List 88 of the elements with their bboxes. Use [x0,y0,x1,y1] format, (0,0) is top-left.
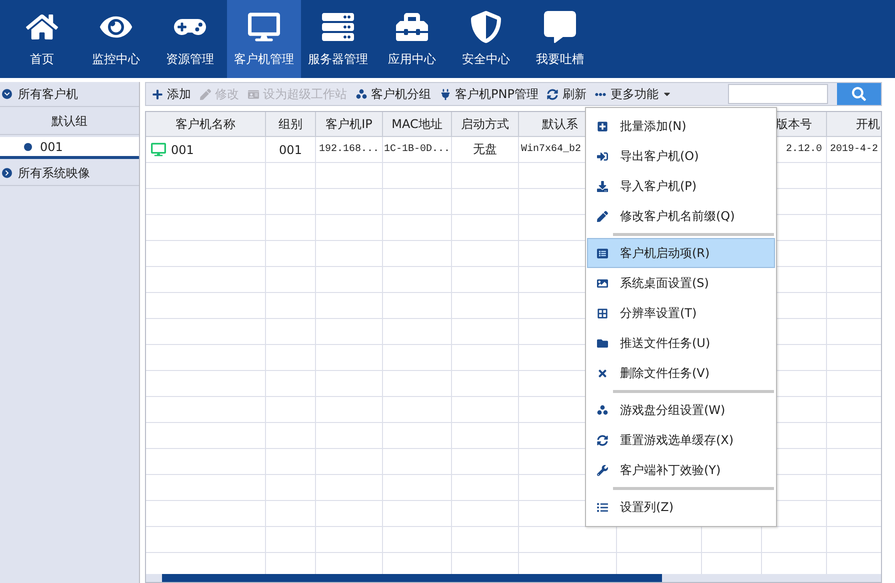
nav-tab[interactable]: 监控中心 [79,0,153,78]
nav-label: 监控中心 [92,50,140,68]
chevron-right-icon [2,168,12,178]
nav-label: 安全中心 [462,50,510,68]
column-header[interactable]: 客户机IP [326,116,372,132]
menu-item[interactable]: 推送文件任务(U) [587,328,775,358]
toolbar-button[interactable]: 客户机分组 [356,86,431,102]
plus-icon [152,88,163,100]
list-icon [597,502,608,512]
nav-label: 服务器管理 [308,50,368,68]
menu-item[interactable]: 导入客户机(P) [587,171,775,201]
shield-icon [470,10,502,42]
nav-label: 我要吐槽 [536,50,584,68]
menu-item[interactable]: 设置列(Z) [587,492,775,522]
nav-tab[interactable]: 我要吐槽 [523,0,597,78]
dot-icon [24,142,32,150]
image-icon [597,278,608,288]
nav-tab[interactable]: 客户机管理 [227,0,301,78]
monitor-icon [248,10,280,42]
tree-section-header[interactable]: 所有系统映像 [0,161,139,186]
column-header[interactable]: 开机 [856,116,880,132]
nav-tab[interactable]: 应用中心 [375,0,449,78]
card-icon [248,88,259,100]
section-label: 所有系统映像 [18,164,90,182]
menu-item[interactable]: 客户机启动项(R) [587,238,775,268]
download-icon [597,180,608,192]
menu-item[interactable]: 分辨率设置(T) [587,298,775,328]
client-tree-item[interactable]: 001 [0,137,139,159]
menu-item[interactable]: 删除文件任务(V) [587,358,775,388]
nav-tab[interactable]: 资源管理 [153,0,227,78]
menu-item[interactable]: 批量添加(N) [587,111,775,141]
export-arrow-icon [597,150,608,162]
client-name: 001 [40,140,63,154]
nav-label: 客户机管理 [234,50,294,68]
column-header[interactable]: 组别 [278,116,302,132]
server-icon [322,10,354,42]
toolbar-button[interactable]: 刷新 [547,86,586,102]
toolbox-icon [396,10,428,42]
search-icon [852,87,866,101]
table-cell: 001 [171,142,194,156]
toolbar-button[interactable]: 客户机PNP管理 [440,86,538,102]
menu-item[interactable]: 游戏盘分组设置(W) [587,395,775,425]
table-cell: Win7x64_b2 [521,144,582,155]
table-cell: 192.168... [318,144,379,155]
nav-label: 应用中心 [388,50,436,68]
section-label: 所有客户机 [18,86,78,102]
plug-icon [440,88,451,100]
grid-icon [597,308,608,318]
close-icon [597,368,608,378]
column-header[interactable]: MAC地址 [392,116,442,132]
column-header[interactable]: 版本号 [776,116,812,132]
column-header[interactable]: 启动方式 [461,116,509,132]
table-cell: 2.12.0 [786,144,822,155]
tree-section-header[interactable]: 所有客户机 [0,82,139,107]
search-field[interactable] [728,84,828,104]
folder-icon [597,338,608,348]
menu-item[interactable]: 导出客户机(O) [587,141,775,171]
nav-label: 资源管理 [166,50,214,68]
chat-icon [544,10,576,42]
nav-tab[interactable]: 安全中心 [449,0,523,78]
list-icon [597,248,608,258]
monitor-icon [151,142,166,157]
menu-item[interactable]: 系统桌面设置(S) [587,268,775,298]
refresh-icon [547,88,558,100]
pen-icon [200,88,211,100]
column-header[interactable]: 客户机名称 [176,116,236,132]
menu-item[interactable]: 客户端补丁效验(Y) [587,455,775,485]
three-dots-icon [597,405,608,415]
toolbar-button[interactable]: 更多功能 [595,86,672,102]
wrench-icon [597,464,608,476]
table-cell: 2019-4-2 [830,144,878,155]
chevron-down-icon [2,89,12,99]
toolbar-button[interactable]: 添加 [152,86,191,102]
search-button[interactable] [837,83,881,105]
table-cell: 无盘 [473,141,497,158]
nav-tab[interactable]: 首页 [5,0,79,78]
table-cell: 001 [279,142,302,156]
menu-item[interactable]: 修改客户机名前缀(Q) [587,201,775,231]
group-item[interactable]: 默认组 [0,109,139,135]
nav-label: 首页 [30,50,54,68]
pen-icon [597,210,608,222]
menu-item[interactable]: 重置游戏选单缓存(X) [587,425,775,455]
three-dots-icon [356,89,367,99]
horizontal-scrollbar[interactable] [146,574,881,582]
column-header[interactable]: 默认系 [542,116,578,132]
table-cell: 1C-1B-0D... [384,144,450,155]
nav-tab[interactable]: 服务器管理 [301,0,375,78]
refresh-icon [597,434,608,446]
